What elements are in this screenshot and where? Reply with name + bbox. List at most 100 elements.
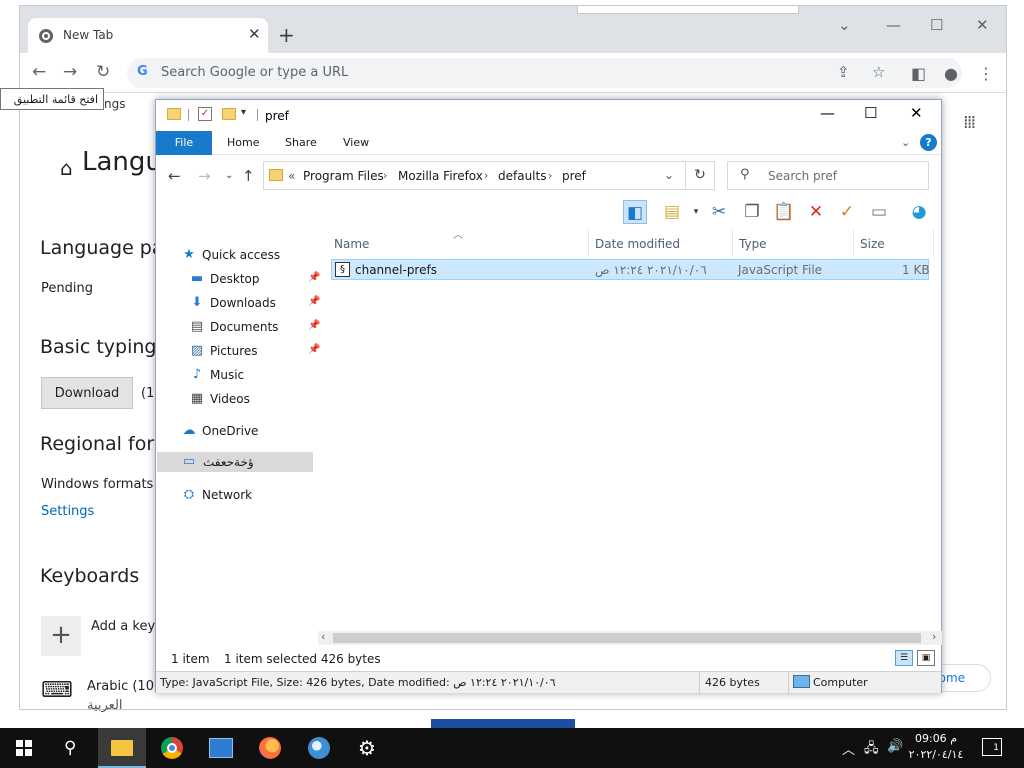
globe-shell-icon[interactable]: ◕ [907, 200, 931, 224]
new-tab-icon[interactable]: + [278, 23, 295, 47]
breadcrumb-overflow[interactable]: « [288, 169, 295, 183]
refresh-button[interactable]: ↻ [685, 161, 715, 190]
copy-icon[interactable]: ❐ [740, 200, 764, 224]
scroll-left-icon[interactable]: ‹ [321, 630, 325, 643]
taskbar-file-explorer[interactable] [98, 728, 146, 768]
column-separator[interactable] [732, 230, 733, 255]
nav-onedrive[interactable]: ☁ OneDrive [178, 421, 330, 441]
film-icon: ▦ [190, 391, 204, 406]
dropdown-icon[interactable]: ▾ [684, 200, 708, 224]
cut-icon[interactable]: ✂ [707, 200, 731, 224]
download-button[interactable]: Download [41, 377, 133, 409]
chrome-tab-new-tab[interactable]: New Tab ✕ [28, 18, 268, 53]
details-view-icon[interactable]: ☰ [895, 650, 913, 666]
pin-icon[interactable]: 📌 [308, 272, 320, 283]
properties-icon[interactable]: ✓ [198, 107, 212, 121]
tab-home[interactable]: Home [227, 136, 259, 149]
home-icon[interactable]: ⌂ [60, 156, 73, 180]
recent-locations-icon[interactable]: ⌄ [225, 170, 233, 181]
nav-network[interactable]: ⛭ Network [178, 485, 330, 505]
nav-videos[interactable]: ▦ Videos [186, 389, 338, 409]
chevron-up-icon[interactable]: ︿ [842, 739, 855, 758]
close-tab-icon[interactable]: ✕ [248, 25, 261, 43]
nav-documents[interactable]: ▤ Documents 📌 [186, 317, 338, 337]
paste-icon[interactable]: 📋 [772, 200, 796, 224]
pin-icon[interactable]: 📌 [308, 320, 320, 331]
column-separator[interactable] [933, 230, 934, 255]
preview-pane-icon[interactable]: ◧ [623, 200, 647, 224]
back-icon[interactable]: ← [32, 62, 46, 82]
column-separator[interactable] [853, 230, 854, 255]
taskbar-internet[interactable] [295, 728, 343, 768]
taskbar-control-panel[interactable] [197, 728, 245, 768]
tab-share[interactable]: Share [285, 136, 317, 149]
reload-icon[interactable]: ↻ [96, 62, 110, 82]
column-separator[interactable] [588, 230, 589, 255]
pin-icon[interactable]: 📌 [308, 344, 320, 355]
new-folder-icon[interactable] [222, 108, 236, 120]
nav-downloads[interactable]: ⬇ Downloads 📌 [186, 293, 338, 313]
taskbar-chrome[interactable] [148, 728, 196, 768]
minimize-icon[interactable]: — [820, 104, 835, 122]
up-icon[interactable]: ↑ [242, 167, 255, 185]
notification-center-icon[interactable]: 1 [982, 738, 1002, 756]
maximize-icon[interactable]: ☐ [864, 104, 877, 122]
settings-link[interactable]: Settings [41, 504, 94, 519]
nav-music[interactable]: ♪ Music [186, 365, 338, 385]
add-keyboard-button[interactable]: + [41, 616, 81, 656]
horizontal-scrollbar[interactable]: ‹ › [318, 630, 942, 645]
close-window-icon[interactable]: ✕ [976, 16, 989, 34]
nav-pictures[interactable]: ▨ Pictures 📌 [186, 341, 338, 361]
file-row-channel-prefs[interactable]: § channel-prefs ٢٠٢١/١٠/٠٦ ١٢:٢٤ ص JavaS… [331, 259, 930, 280]
system-clock[interactable]: 09:06 م ٢٠٢٢/٠٤/١٤ [906, 731, 966, 763]
address-dropdown-icon[interactable]: ⌄ [664, 168, 674, 182]
nav-this-pc[interactable]: ▭ ؤخةحعفث [157, 452, 313, 472]
folder-icon [269, 169, 283, 181]
column-header-name[interactable]: Name [334, 237, 369, 251]
breadcrumb-mozilla-firefox[interactable]: Mozilla Firefox [398, 169, 483, 183]
breadcrumb-defaults[interactable]: defaults [498, 169, 546, 183]
start-button[interactable] [0, 728, 48, 768]
chrome-menu-icon[interactable]: ⋮ [978, 64, 994, 83]
pin-icon[interactable]: 📌 [308, 296, 320, 307]
address-bar[interactable]: « Program Files › Mozilla Firefox › defa… [263, 161, 715, 190]
rename-check-icon[interactable]: ✓ [835, 200, 859, 224]
chevron-down-icon[interactable]: ⌄ [838, 16, 851, 34]
volume-icon[interactable]: 🔊 [887, 739, 903, 754]
new-folder-icon[interactable]: ▤ [660, 200, 684, 224]
large-icons-view-icon[interactable]: ▣ [917, 650, 935, 666]
customize-quick-access-icon[interactable]: ▾ [241, 107, 246, 118]
tab-view[interactable]: View [343, 136, 369, 149]
expand-ribbon-icon[interactable]: ⌄ [901, 136, 910, 149]
minimize-icon[interactable]: — [886, 16, 901, 34]
column-header-type[interactable]: Type [739, 237, 767, 251]
side-panel-icon[interactable]: ◧ [911, 64, 926, 83]
nav-desktop[interactable]: ▬ Desktop 📌 [186, 269, 338, 289]
breadcrumb-pref[interactable]: pref [562, 169, 586, 183]
forward-icon[interactable]: → [63, 62, 77, 82]
search-box[interactable]: ⚲ Search pref [727, 161, 929, 190]
properties-icon[interactable]: ▭ [867, 200, 891, 224]
taskbar-search-button[interactable]: ⚲ [48, 728, 96, 768]
scrollbar-thumb[interactable] [333, 633, 921, 643]
profile-icon[interactable]: ● [944, 64, 958, 83]
apps-grid-icon[interactable]: ⁞⁞⁞ [963, 112, 976, 133]
help-icon[interactable]: ? [920, 134, 937, 151]
nav-quick-access[interactable]: ★ Quick access [178, 245, 330, 265]
bookmark-star-icon[interactable]: ☆ [872, 63, 885, 81]
forward-icon[interactable]: → [198, 167, 211, 185]
scroll-right-icon[interactable]: › [932, 630, 936, 643]
taskbar-settings[interactable]: ⚙ [344, 728, 392, 768]
column-header-size[interactable]: Size [860, 237, 885, 251]
delete-icon[interactable]: ✕ [804, 200, 828, 224]
share-icon[interactable]: ⇪ [837, 63, 850, 81]
taskbar-firefox[interactable] [246, 728, 294, 768]
breadcrumb-program-files[interactable]: Program Files [303, 169, 384, 183]
close-window-icon[interactable]: ✕ [910, 104, 923, 122]
maximize-icon[interactable]: ☐ [930, 16, 943, 34]
column-header-date[interactable]: Date modified [595, 237, 680, 251]
network-tray-icon[interactable]: 🖧 [864, 739, 879, 761]
omnibox[interactable]: G Search Google or type a URL ⇪ ☆ [127, 58, 962, 88]
tab-file[interactable]: File [156, 131, 212, 155]
back-icon[interactable]: ← [168, 167, 181, 185]
